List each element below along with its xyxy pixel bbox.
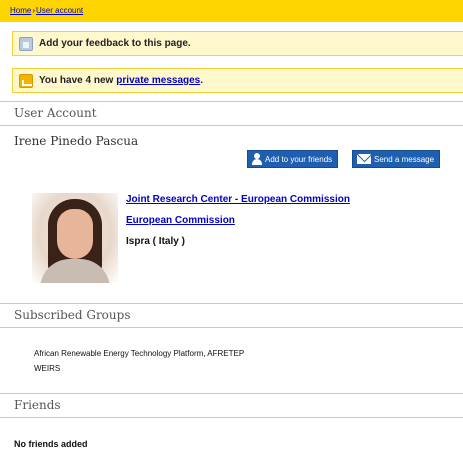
envelope-icon bbox=[357, 154, 371, 164]
avatar bbox=[32, 193, 118, 283]
breadcrumb: Home›User account bbox=[0, 0, 463, 22]
feedback-icon bbox=[19, 36, 33, 51]
user-name: Irene Pinedo Pascua bbox=[14, 134, 139, 148]
send-message-label: Send a message bbox=[374, 154, 435, 164]
add-friend-button[interactable]: Add to your friends bbox=[247, 150, 339, 168]
user-account-heading: User Account bbox=[0, 101, 463, 126]
no-friends-text: No friends added bbox=[14, 439, 88, 449]
user-location: Ispra ( Italy ) bbox=[126, 236, 185, 247]
user-plus-icon bbox=[252, 153, 262, 165]
messages-notice: You have 4 new private messages. bbox=[12, 68, 463, 93]
messages-prefix: You have 4 new bbox=[39, 75, 114, 86]
feedback-notice[interactable]: Add your feedback to this page. bbox=[12, 31, 463, 56]
private-messages-link[interactable]: private messages bbox=[116, 75, 200, 86]
group-item: WEIRS bbox=[34, 364, 61, 373]
breadcrumb-home-link[interactable]: Home bbox=[10, 6, 31, 15]
mail-icon bbox=[19, 73, 33, 88]
messages-suffix: . bbox=[200, 75, 204, 86]
add-friend-label: Add to your friends bbox=[265, 154, 333, 164]
group-item: African Renewable Energy Technology Plat… bbox=[34, 349, 245, 358]
feedback-text: Add your feedback to this page. bbox=[39, 38, 191, 49]
send-message-button[interactable]: Send a message bbox=[352, 150, 441, 168]
organization-link[interactable]: European Commission bbox=[126, 215, 235, 226]
friends-heading: Friends bbox=[0, 393, 463, 418]
breadcrumb-current-link[interactable]: User account bbox=[36, 6, 83, 15]
subscribed-groups-heading: Subscribed Groups bbox=[0, 303, 463, 328]
organization-link[interactable]: Joint Research Center - European Commiss… bbox=[126, 194, 350, 205]
